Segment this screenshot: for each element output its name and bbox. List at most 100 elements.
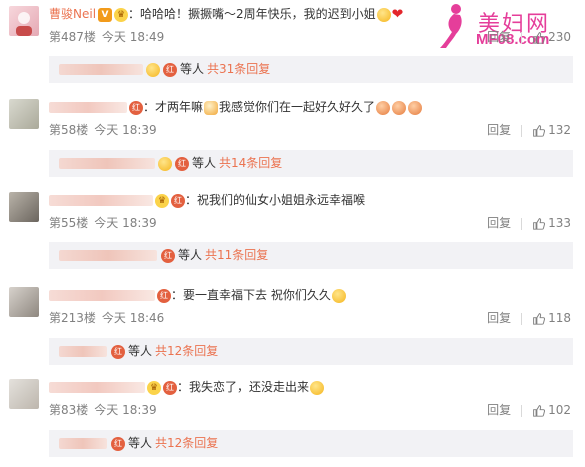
divider <box>521 404 523 417</box>
timestamp: 今天 18:39 <box>94 403 157 417</box>
crying-emoji-icon <box>310 380 325 395</box>
comment-line: 曹骏Neil V ♛ ：哈哈哈！撅撅嘴～2周年快乐，我的迟到小姐 ❤ <box>49 6 404 23</box>
avatar[interactable] <box>9 6 39 36</box>
timestamp: 今天 18:46 <box>101 311 165 325</box>
blurred-username <box>59 346 107 357</box>
sub-replies-suffix: 等人 <box>192 156 217 170</box>
sub-replies-box[interactable]: 红等人 共31条回复 <box>49 56 573 83</box>
like-count: 102 <box>548 403 571 417</box>
comment-text: ：才两年嘛 <box>143 100 204 114</box>
avatar[interactable] <box>9 287 39 317</box>
crown-badge-icon: ♛ <box>114 7 129 22</box>
thumbs-up-icon <box>533 32 546 44</box>
timestamp: 今天 18:39 <box>94 216 157 230</box>
like-button[interactable]: 118 <box>532 311 571 325</box>
more-replies-link[interactable]: 共12条回复 <box>155 436 218 450</box>
bird-emoji-icon <box>392 100 407 115</box>
floor-number: 第55楼 <box>49 216 89 230</box>
divider <box>521 312 523 325</box>
red-badge-icon: 红 <box>163 380 177 395</box>
comment-text: ：我失恋了，还没走出来 <box>177 380 310 394</box>
comment-meta: 第55楼 今天 18:39 <box>49 214 163 231</box>
comment-text: ：祝我们的仙女小姐姐永远幸福喉 <box>185 193 366 207</box>
comment-actions: 回复 230 <box>487 28 571 45</box>
avatar[interactable] <box>9 99 39 129</box>
like-count: 230 <box>548 30 571 44</box>
sub-replies-box[interactable]: 红等人 共12条回复 <box>49 430 573 457</box>
sub-replies-box[interactable]: 红等人 共12条回复 <box>49 338 573 365</box>
comment-actions: 回复 102 <box>487 401 571 418</box>
red-badge-icon: 红 <box>171 193 185 208</box>
avatar[interactable] <box>9 192 39 222</box>
emoji-icon <box>158 156 172 171</box>
floor-number: 第213楼 <box>49 311 96 325</box>
username-link[interactable]: 曹骏Neil <box>49 7 96 21</box>
like-button[interactable]: 133 <box>532 216 571 230</box>
comment-text: ：要一直幸福下去 祝你们久久 <box>171 288 331 302</box>
blurred-username <box>59 64 143 75</box>
thumbs-up-icon <box>533 218 546 230</box>
reply-button[interactable]: 回复 <box>487 311 511 325</box>
avatar-image-icon <box>16 12 32 36</box>
comment-meta: 第487楼 今天 18:49 <box>49 28 170 45</box>
like-button[interactable]: 102 <box>532 403 571 417</box>
reply-button[interactable]: 回复 <box>487 403 511 417</box>
blurred-username <box>59 158 155 169</box>
like-button[interactable]: 230 <box>532 30 571 44</box>
more-replies-link[interactable]: 共12条回复 <box>155 344 218 358</box>
kiss-emoji-icon <box>331 288 346 303</box>
divider <box>521 31 523 44</box>
like-count: 118 <box>548 311 571 325</box>
sub-replies-box[interactable]: 红等人 共11条回复 <box>49 242 573 269</box>
comment-actions: 回复 132 <box>487 121 571 138</box>
like-count: 133 <box>548 216 571 230</box>
more-replies-link[interactable]: 共31条回复 <box>207 62 270 76</box>
woman-silhouette-icon <box>440 4 462 48</box>
blurred-username[interactable] <box>49 382 145 393</box>
sub-replies-box[interactable]: 红等人 共14条回复 <box>49 150 573 177</box>
divider <box>521 217 523 230</box>
reply-button[interactable]: 回复 <box>487 123 511 137</box>
heart-icon: ❤ <box>391 6 404 23</box>
comment-actions: 回复 118 <box>487 309 571 326</box>
blurred-username <box>59 250 157 261</box>
sub-replies-suffix: 等人 <box>128 344 153 358</box>
timestamp: 今天 18:49 <box>101 30 165 44</box>
divider <box>521 124 523 137</box>
blurred-username[interactable] <box>49 195 153 206</box>
timestamp: 今天 18:39 <box>94 123 157 137</box>
red-badge-icon: 红 <box>157 288 171 303</box>
comment-text: ：哈哈哈！撅撅嘴～2周年快乐，我的迟到小姐 <box>128 7 376 21</box>
comment-text-continued: 我感觉你们在一起好久好久了 <box>219 100 376 114</box>
avatar[interactable] <box>9 379 39 409</box>
floor-number: 第487楼 <box>49 30 96 44</box>
reply-button[interactable]: 回复 <box>487 30 511 44</box>
red-badge-icon: 红 <box>175 156 189 171</box>
crown-badge-icon: ♛ <box>147 380 161 395</box>
like-button[interactable]: 132 <box>532 123 571 137</box>
red-badge-icon: 红 <box>161 248 175 263</box>
emoji-icon <box>146 62 160 77</box>
more-replies-link[interactable]: 共14条回复 <box>219 156 282 170</box>
thumbs-up-icon <box>533 405 546 417</box>
comment-line: 红：才两年嘛 我感觉你们在一起好久好久了 <box>49 99 423 115</box>
blurred-username[interactable] <box>49 290 155 301</box>
comment-meta: 第58楼 今天 18:39 <box>49 121 163 138</box>
comment-meta: 第213楼 今天 18:46 <box>49 309 170 326</box>
comment-line: 红：要一直幸福下去 祝你们久久 <box>49 287 347 303</box>
blurred-username <box>59 438 107 449</box>
comment-meta: 第83楼 今天 18:39 <box>49 401 163 418</box>
bird-emoji-icon <box>376 100 391 115</box>
comment-line: ♛ 红：祝我们的仙女小姐姐永远幸福喉 <box>49 192 365 208</box>
laughing-emoji-icon <box>376 7 391 22</box>
verified-badge-icon: V <box>98 7 113 22</box>
blurred-username[interactable] <box>49 102 127 113</box>
red-badge-icon: 红 <box>129 100 143 115</box>
floor-number: 第58楼 <box>49 123 89 137</box>
reply-button[interactable]: 回复 <box>487 216 511 230</box>
like-count: 132 <box>548 123 571 137</box>
more-replies-link[interactable]: 共11条回复 <box>205 248 268 262</box>
thumbs-up-icon <box>533 125 546 137</box>
sub-replies-suffix: 等人 <box>128 436 153 450</box>
bird-emoji-icon <box>408 100 423 115</box>
